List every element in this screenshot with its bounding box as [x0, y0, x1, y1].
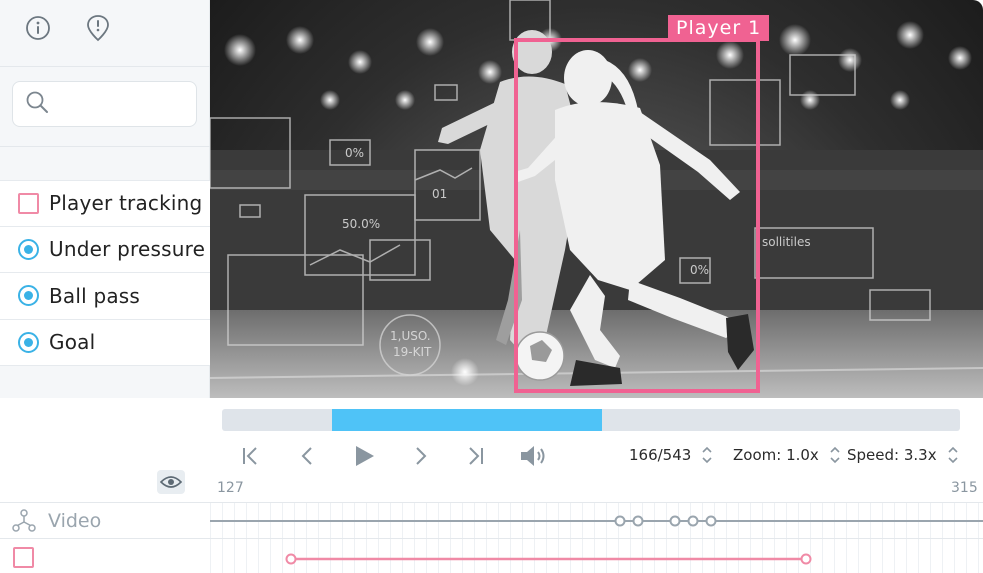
svg-text:19-KIT: 19-KIT	[393, 345, 432, 359]
video-frame-viewer[interactable]: 0% 0% sollitiles 50.0% 01 1,USO. 19-KIT	[210, 0, 983, 398]
zoom-control[interactable]: Zoom: 1.0x	[733, 445, 841, 465]
label-item-player-tracking[interactable]: Player tracking	[0, 180, 210, 227]
range-end-label: 315	[951, 480, 978, 496]
bounding-box-player-1[interactable]	[514, 38, 760, 393]
timeline-track-player-tracking[interactable]	[0, 539, 983, 573]
stepper-icon	[702, 446, 712, 464]
flag-alert-icon[interactable]	[84, 14, 112, 42]
label-list: Player tracking Under pressure Ball pass…	[0, 180, 210, 366]
info-icon[interactable]	[24, 14, 52, 42]
divider	[0, 146, 210, 147]
skip-start-icon	[243, 447, 257, 465]
volume-button[interactable]	[518, 442, 548, 470]
label-text: Ball pass	[49, 283, 141, 308]
skip-to-start-button[interactable]	[238, 442, 264, 470]
speed-stepper[interactable]	[947, 445, 959, 465]
speed-control[interactable]: Speed: 3.3x	[847, 445, 959, 465]
keyframe-marker	[632, 515, 644, 527]
zoom-stepper[interactable]	[829, 445, 841, 465]
radio-button[interactable]	[18, 285, 39, 307]
zoom-value: Zoom: 1.0x	[733, 446, 819, 464]
label-text: Player tracking	[49, 191, 203, 216]
radio-button[interactable]	[18, 331, 39, 353]
eye-icon	[160, 476, 182, 488]
skip-end-icon	[469, 447, 483, 465]
sidebar-toolbar	[24, 14, 112, 42]
visibility-toggle-button[interactable]	[157, 470, 185, 494]
next-frame-button[interactable]	[410, 442, 432, 470]
bounding-box-label[interactable]: Player 1	[668, 15, 770, 41]
previous-frame-button[interactable]	[296, 442, 318, 470]
label-item-under-pressure[interactable]: Under pressure	[0, 226, 210, 273]
frame-stepper[interactable]	[701, 445, 713, 465]
range-start-label: 127	[217, 480, 244, 496]
svg-text:sollitiles: sollitiles	[762, 235, 811, 249]
frame-counter[interactable]: 166/543	[629, 445, 713, 465]
keyframe-marker	[800, 553, 812, 565]
svg-text:01: 01	[432, 187, 447, 201]
stepper-icon	[948, 446, 958, 464]
keyframe-marker	[687, 515, 699, 527]
timeline-track-video[interactable]: Video	[0, 503, 983, 539]
label-text: Under pressure	[49, 237, 206, 262]
playback-progress-bar[interactable]	[222, 409, 960, 431]
label-text: Goal	[49, 330, 96, 355]
stepper-icon	[830, 446, 840, 464]
video-track-line	[210, 515, 983, 527]
search-box[interactable]	[12, 81, 197, 127]
play-button[interactable]	[350, 442, 378, 470]
svg-text:50.0%: 50.0%	[342, 217, 380, 231]
progress-fill	[332, 409, 602, 431]
timeline[interactable]: Video	[0, 502, 983, 573]
speed-value: Speed: 3.3x	[847, 446, 937, 464]
label-item-ball-pass[interactable]: Ball pass	[0, 273, 210, 320]
checkbox[interactable]	[18, 192, 39, 214]
keyframe-marker	[285, 553, 297, 565]
label-sidebar: Player tracking Under pressure Ball pass…	[0, 0, 210, 398]
search-icon	[25, 90, 49, 118]
skip-to-end-button[interactable]	[462, 442, 488, 470]
keyframe-marker	[705, 515, 717, 527]
keyframe-marker	[669, 515, 681, 527]
volume-icon	[521, 446, 545, 466]
svg-text:1,USO.: 1,USO.	[390, 329, 431, 343]
svg-text:0%: 0%	[345, 146, 364, 160]
chevron-left-icon	[301, 447, 312, 465]
player-tracking-segment	[285, 553, 812, 565]
label-item-goal[interactable]: Goal	[0, 319, 210, 366]
frame-value: 166/543	[629, 446, 692, 464]
search-input[interactable]	[57, 95, 187, 113]
keyframe-marker	[614, 515, 626, 527]
play-icon	[356, 446, 374, 466]
chevron-right-icon	[416, 447, 427, 465]
radio-button[interactable]	[18, 238, 39, 260]
divider	[0, 66, 210, 67]
